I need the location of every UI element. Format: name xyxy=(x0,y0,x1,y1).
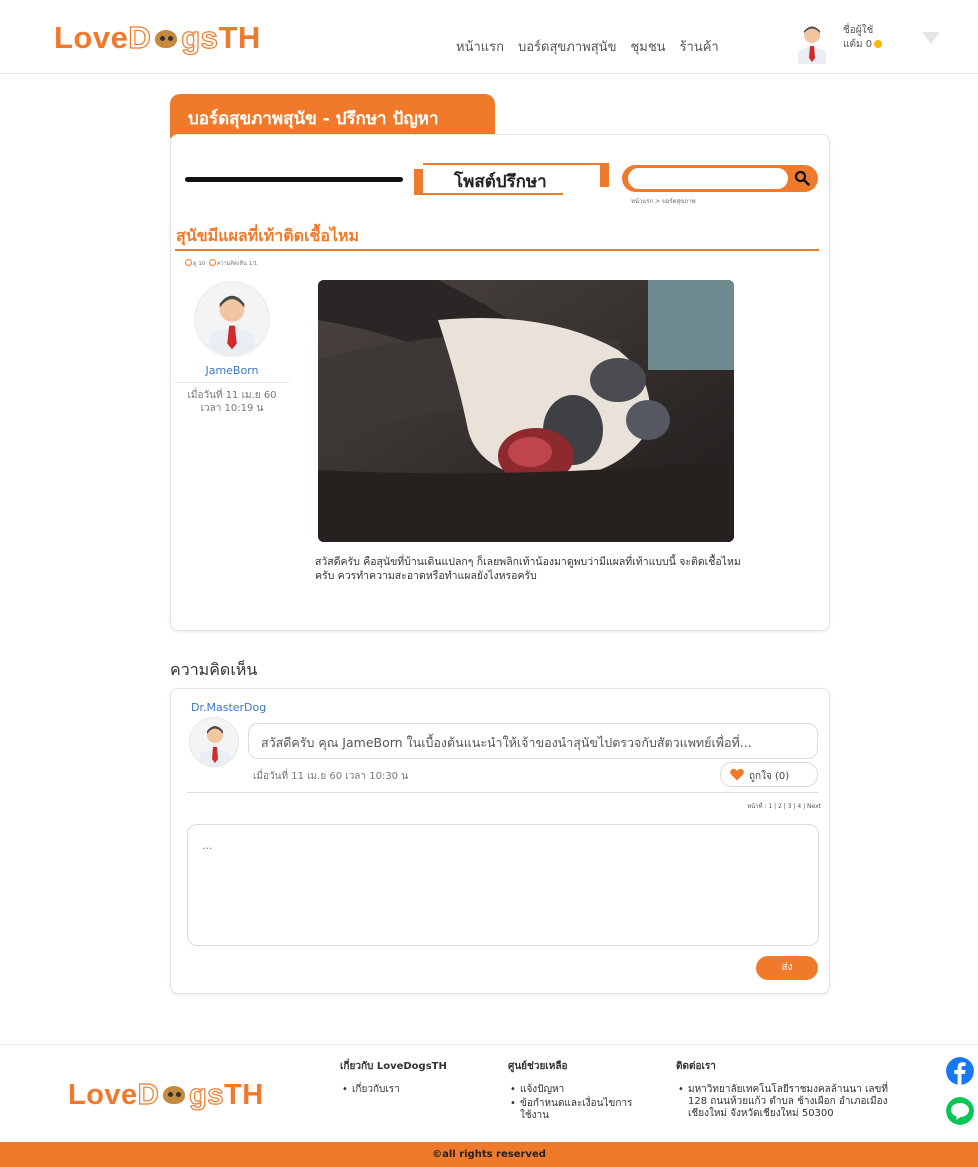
comment-icon xyxy=(208,259,216,266)
site-footer: LoveDgsTH เกี่ยวกับ LoveDogsTH เกี่ยวกับ… xyxy=(0,1044,978,1142)
like-button[interactable]: ถูกใจ (0) xyxy=(720,762,818,787)
site-logo[interactable]: LoveD gsTH xyxy=(54,19,261,56)
footer-help: ศูนย์ช่วยเหลือ แจ้งปัญหา ข้อกำหนดและเงื่… xyxy=(508,1059,638,1124)
user-avatar[interactable] xyxy=(795,24,829,64)
post-stats: ดู 10 ความคิดเห็น 1/1 xyxy=(185,259,257,268)
nav-shop[interactable]: ร้านค้า xyxy=(680,36,719,57)
line-icon[interactable] xyxy=(946,1097,974,1125)
footer-about: เกี่ยวกับ LoveDogsTH เกี่ยวกับเรา xyxy=(340,1059,480,1098)
post-body: สวัสดีครับ คือสุนัขที่บ้านเดินแปลกๆ ก็เล… xyxy=(315,556,741,582)
board-title-tab: บอร์ดสุขภาพสุนัข - ปรึกษา ปัญหา xyxy=(170,94,495,138)
dog-logo-icon xyxy=(159,1080,189,1108)
coin-icon xyxy=(874,40,883,48)
post-heading: โพสต์ปรึกษา xyxy=(454,172,547,192)
footer-link-report[interactable]: แจ้งปัญหา xyxy=(508,1084,638,1096)
post-heading-frame: โพสต์ปรึกษา xyxy=(414,163,610,195)
main-nav: หน้าแรก บอร์ดสุขภาพสุนัข ชุมชน ร้านค้า xyxy=(456,36,719,57)
comments-card: Dr.MasterDog สวัสดีครับ คุณ JameBorn ในเ… xyxy=(170,688,830,994)
nav-community[interactable]: ชุมชน xyxy=(630,36,665,57)
search-bar xyxy=(622,165,818,192)
site-header: LoveD gsTH หน้าแรก บอร์ดสุขภาพสุนัข ชุมชน… xyxy=(0,0,978,74)
send-button[interactable]: ส่ง xyxy=(756,956,818,980)
post-card: โพสต์ปรึกษา หน้าแรก > บอร์ดสุขภาพ สุนัขม… xyxy=(170,134,830,631)
comment-date: เมื่อวันที่ 11 เม.ย 60 เวลา 10:30 น xyxy=(253,771,409,782)
search-icon[interactable] xyxy=(794,170,810,186)
comment-divider xyxy=(187,792,819,793)
pagination[interactable]: หน้าที่ : 1 | 2 | 3 | 4 | Next xyxy=(747,801,821,811)
comment-author[interactable]: Dr.MasterDog xyxy=(191,701,266,714)
search-input[interactable] xyxy=(628,168,788,189)
reply-textarea[interactable] xyxy=(187,824,819,946)
eye-icon xyxy=(185,259,192,266)
nav-home[interactable]: หน้าแรก xyxy=(456,36,504,57)
facebook-icon[interactable] xyxy=(946,1057,974,1085)
post-title: สุนัขมีแผลที่เท้าติดเชื้อไหม xyxy=(176,226,360,245)
user-info[interactable]: ชื่อผู้ใช้ แต้ม 0 xyxy=(843,24,883,52)
post-date: เมื่อวันที่ 11 เม.ย 60 เวลา 10:19 น xyxy=(187,390,277,414)
author-name[interactable]: JameBorn xyxy=(175,364,289,383)
breadcrumb[interactable]: หน้าแรก > บอร์ดสุขภาพ xyxy=(631,196,696,206)
title-underline xyxy=(175,249,819,251)
chevron-down-icon[interactable] xyxy=(922,32,940,44)
post-author: JameBorn เมื่อวันที่ 11 เม.ย 60 เวลา 10:… xyxy=(175,281,289,415)
copyright-bar: ©all rights reserved xyxy=(0,1142,978,1167)
author-avatar[interactable] xyxy=(194,281,270,357)
dog-logo-icon xyxy=(151,24,181,52)
footer-address: มหาวิทยาลัยเทคโนโลยีราชมงคลล้านนา เลขที่… xyxy=(676,1084,894,1120)
footer-link-about[interactable]: เกี่ยวกับเรา xyxy=(340,1084,480,1096)
nav-health-board[interactable]: บอร์ดสุขภาพสุนัข xyxy=(518,36,616,57)
footer-logo[interactable]: LoveD gsTH xyxy=(68,1078,264,1112)
comments-heading: ความคิดเห็น xyxy=(170,660,258,679)
heart-icon xyxy=(730,768,744,781)
footer-contact: ติดต่อเรา มหาวิทยาลัยเทคโนโลยีราชมงคลล้า… xyxy=(676,1059,894,1122)
comment-text[interactable]: สวัสดีครับ คุณ JameBorn ในเบื้องต้นแนะนำ… xyxy=(248,723,818,759)
commenter-avatar[interactable] xyxy=(189,717,239,767)
post-photo[interactable] xyxy=(318,280,734,542)
footer-link-terms[interactable]: ข้อกำหนดและเงื่อนไขการใช้งาน xyxy=(508,1098,638,1122)
divider-bar xyxy=(185,177,403,182)
